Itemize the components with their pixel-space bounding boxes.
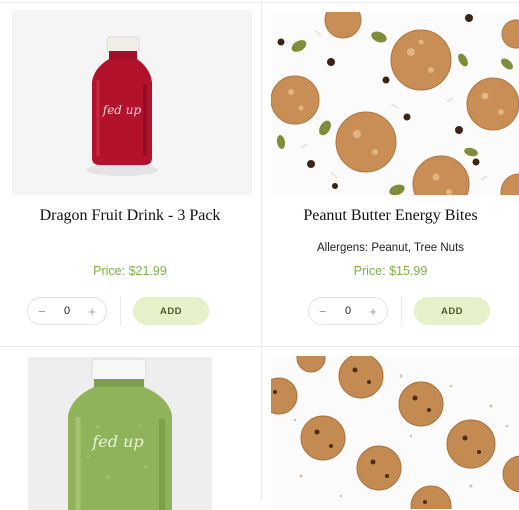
divider [401,296,402,326]
product-image[interactable] [271,12,519,195]
energy-bites-photo-icon [271,12,519,195]
allergens-text: Allergens: Peanut, Tree Nuts [316,242,465,254]
increment-button[interactable]: + [88,305,96,318]
quantity-value[interactable]: 0 [345,305,351,317]
decrement-button[interactable]: − [319,305,327,318]
product-title[interactable]: Peanut Butter Energy Bites [262,207,519,225]
grid-row-divider [0,346,519,347]
product-title[interactable]: Dragon Fruit Drink - 3 Pack [0,207,260,225]
product-price: Price: $21.99 [93,264,167,278]
brand-text: fed up [91,432,143,451]
energy-bites-photo-icon [271,356,519,509]
quantity-value[interactable]: 0 [64,305,70,317]
quantity-stepper: − 0 + [27,297,107,325]
quantity-stepper: − 0 + [308,297,388,325]
product-image[interactable]: fed up [12,10,252,195]
product-image[interactable]: fed up [28,357,212,510]
add-to-cart-button[interactable]: ADD [133,297,209,325]
increment-button[interactable]: + [369,305,377,318]
product-image[interactable] [271,356,519,509]
add-to-cart-button[interactable]: ADD [414,297,490,325]
green-juice-bottle-icon: fed up [28,357,212,510]
product-grid: fed up Dragon Fruit Drink - 3 Pack Price… [0,0,519,510]
decrement-button[interactable]: − [38,305,46,318]
brand-text: fed up [102,103,142,117]
red-juice-bottle-icon: fed up [12,10,252,195]
product-price: Price: $15.99 [353,264,428,278]
grid-top-border [0,2,519,3]
divider [120,296,121,326]
